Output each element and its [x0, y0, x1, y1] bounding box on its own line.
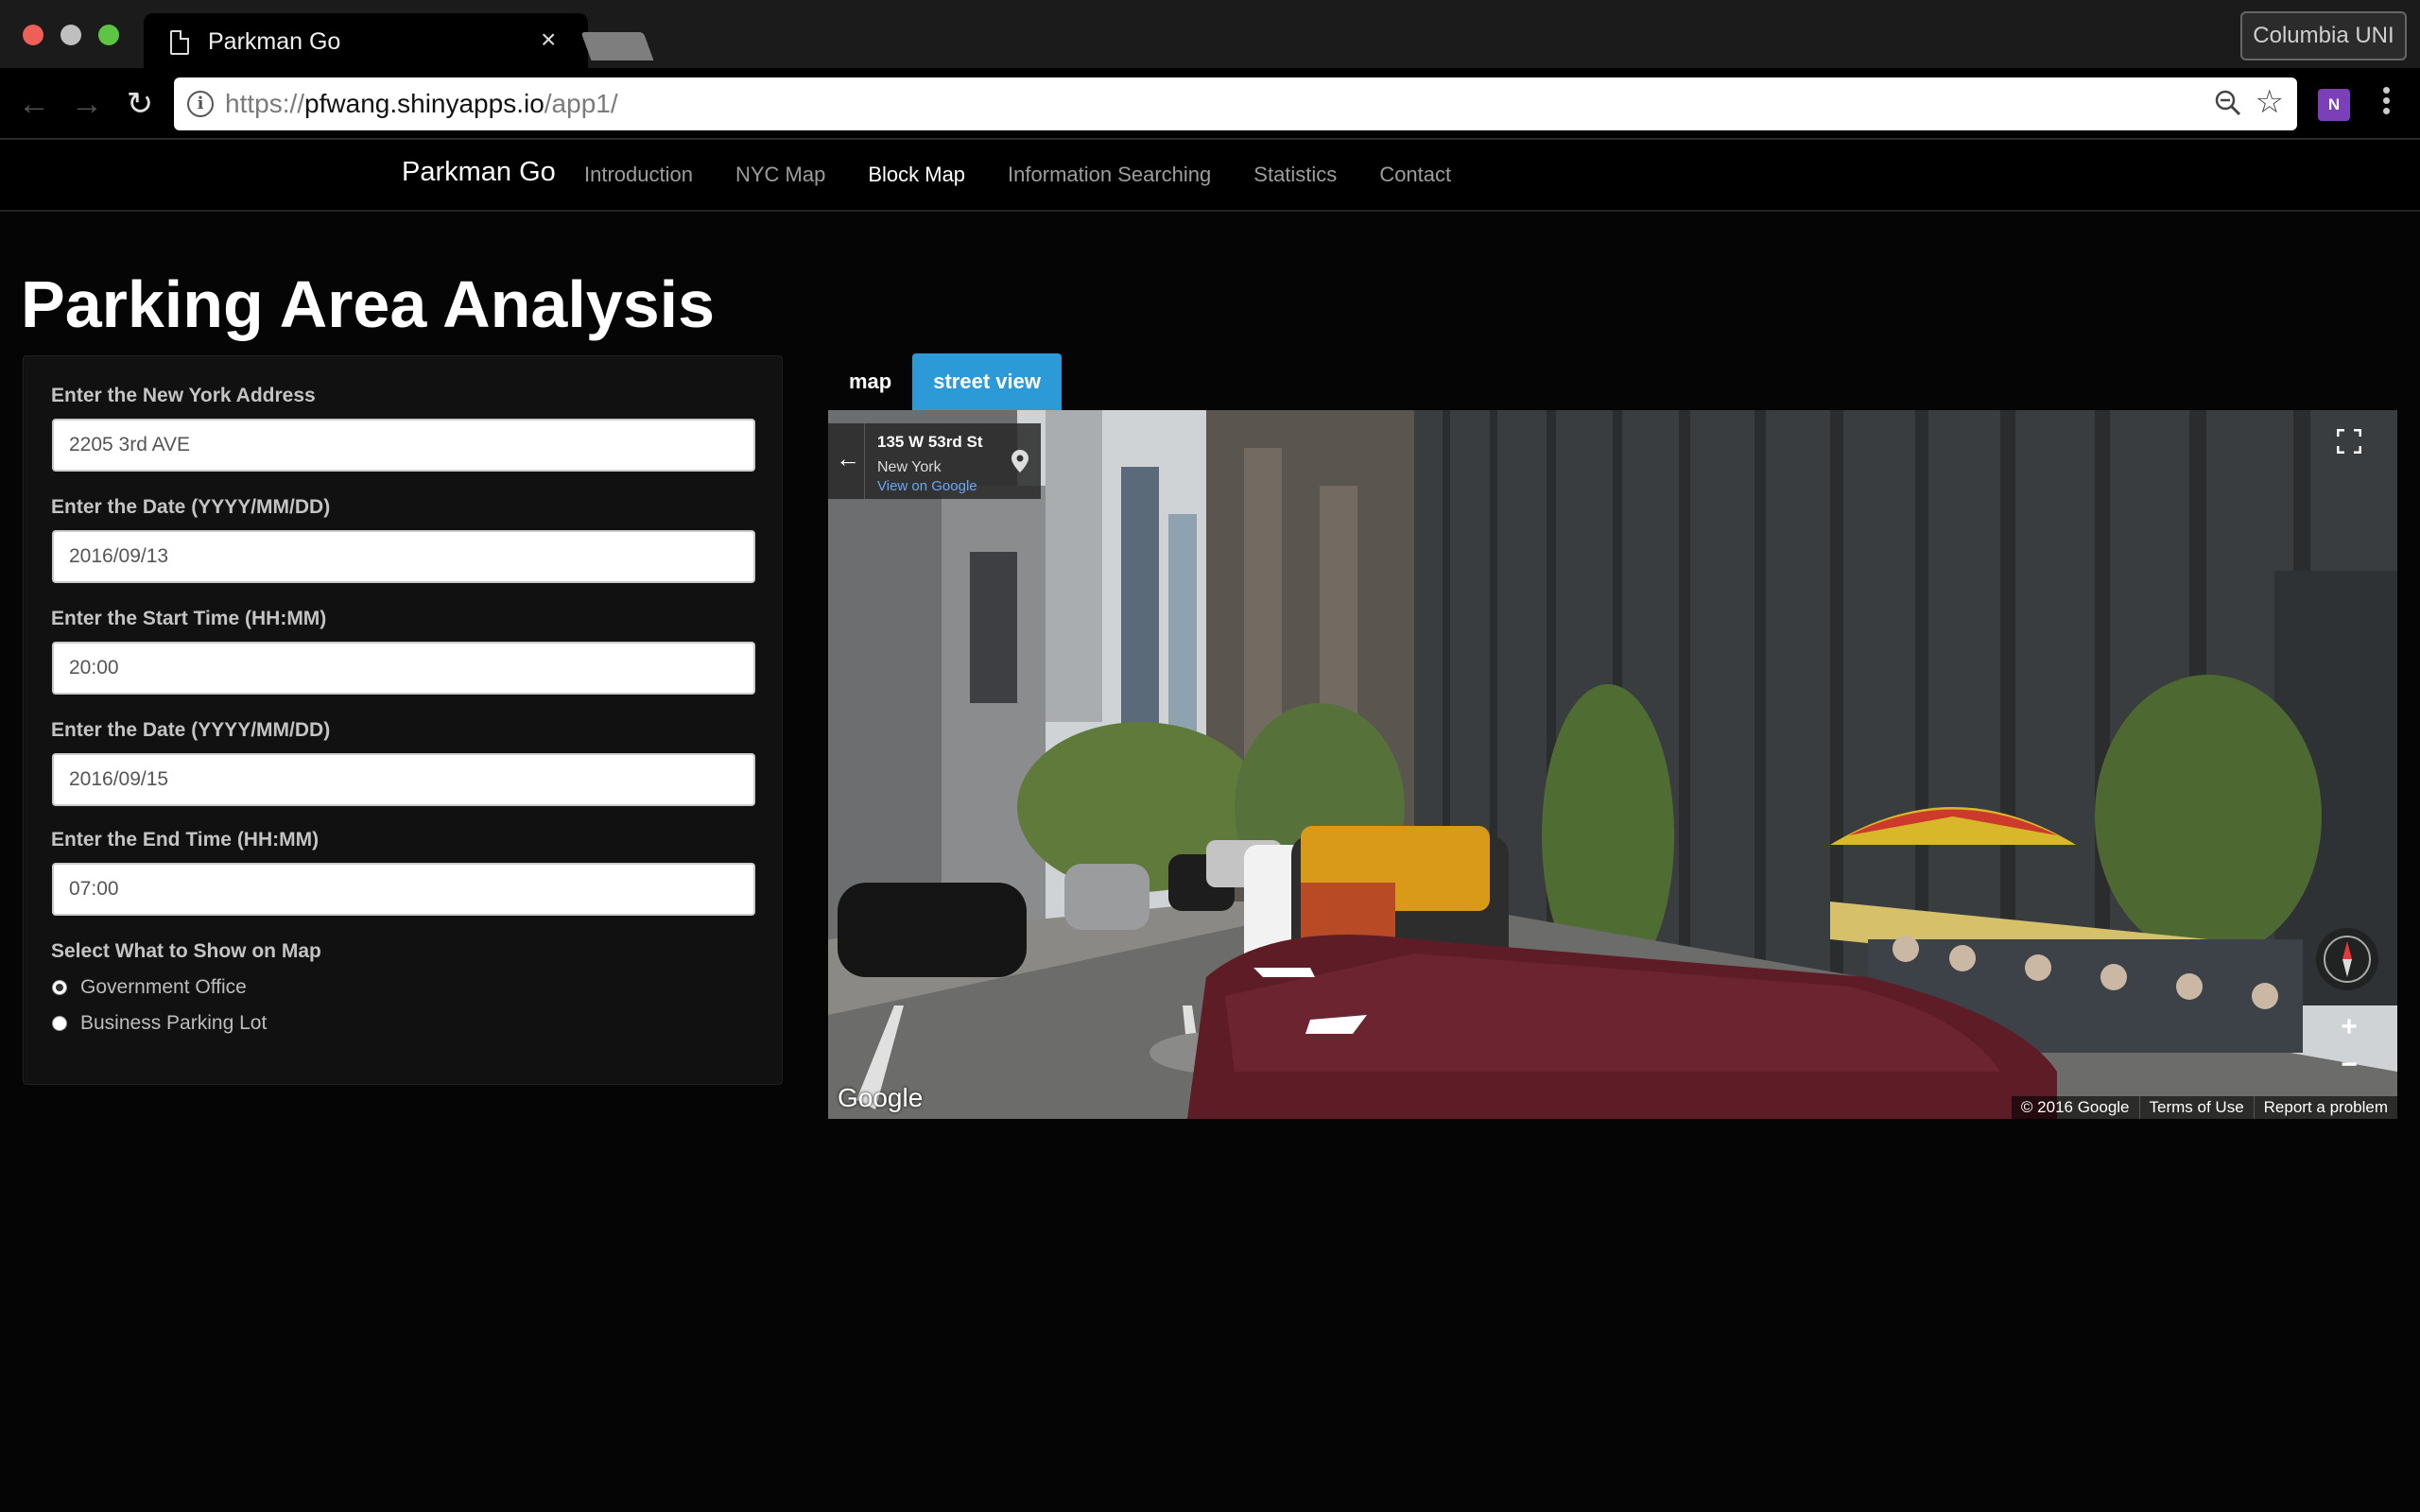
back-button[interactable]: ← — [15, 85, 53, 123]
address-input[interactable]: 2205 3rd AVE — [52, 419, 755, 472]
radio-button[interactable] — [52, 1016, 67, 1031]
info-icon[interactable]: i — [187, 91, 214, 117]
radio-label: Government Office — [80, 976, 247, 998]
copyright-text: © 2016 Google — [2020, 1098, 2130, 1116]
zoom-out-button[interactable]: − — [2335, 1049, 2363, 1081]
new-tab-button[interactable] — [580, 32, 654, 60]
nav-links: Introduction NYC Map Block Map Informati… — [584, 163, 1494, 187]
end-time-input[interactable]: 07:00 — [52, 863, 755, 916]
nav-information-searching[interactable]: Information Searching — [1008, 163, 1211, 187]
document-icon — [170, 30, 189, 55]
bookmark-star-icon[interactable]: ☆ — [2256, 85, 2284, 119]
map-attribution: © 2016 Google Terms of Use Report a prob… — [2011, 1096, 2397, 1119]
radio-label: Business Parking Lot — [80, 1012, 268, 1034]
forward-button[interactable]: → — [68, 85, 106, 123]
back-arrow-icon[interactable]: ← — [836, 444, 860, 473]
browser-titlebar: Parkman Go × Columbia UNI — [0, 0, 2420, 68]
nav-introduction[interactable]: Introduction — [584, 163, 693, 187]
zoom-in-button[interactable]: + — [2335, 1011, 2363, 1043]
url-host: pfwang.shinyapps.io — [304, 89, 544, 118]
report-problem-link[interactable]: Report a problem — [2253, 1096, 2397, 1119]
nav-contact[interactable]: Contact — [1379, 163, 1451, 187]
input-panel: Enter the New York Address 2205 3rd AVE … — [23, 355, 783, 1085]
close-window-button[interactable] — [23, 25, 43, 45]
maximize-window-button[interactable] — [98, 25, 119, 45]
radio-government-office[interactable]: Government Office — [52, 976, 247, 999]
radio-business-parking-lot[interactable]: Business Parking Lot — [52, 1012, 267, 1035]
end-date-input[interactable]: 2016/09/15 — [52, 753, 755, 806]
tab-street-view[interactable]: street view — [912, 353, 1062, 410]
fullscreen-icon[interactable] — [2337, 429, 2361, 454]
url-scheme: https:// — [225, 89, 305, 118]
reload-button[interactable]: ↻ — [121, 85, 159, 123]
nav-block-map[interactable]: Block Map — [868, 163, 965, 187]
show-on-map-label: Select What to Show on Map — [51, 940, 321, 962]
start-date-input[interactable]: 2016/09/13 — [52, 530, 755, 583]
tab-close-button[interactable]: × — [541, 26, 556, 53]
nav-statistics[interactable]: Statistics — [1253, 163, 1337, 187]
map-pin-icon[interactable] — [1011, 450, 1028, 472]
url-path: /app1/ — [544, 89, 618, 118]
street-view-panorama[interactable]: ← 135 W 53rd St New York View on Google … — [828, 410, 2397, 1119]
zoom-icon[interactable] — [2214, 89, 2242, 117]
browser-menu-icon[interactable] — [2375, 83, 2397, 125]
street-view-address-card: ← 135 W 53rd St New York View on Google — [828, 423, 1041, 499]
end-date-label: Enter the Date (YYYY/MM/DD) — [51, 719, 331, 741]
end-time-label: Enter the End Time (HH:MM) — [51, 829, 320, 850]
onenote-extension-icon[interactable]: N — [2318, 89, 2350, 121]
address-label: Enter the New York Address — [51, 385, 316, 406]
street-address: 135 W 53rd St — [877, 433, 983, 451]
terms-of-use-link[interactable]: Terms of Use — [2138, 1096, 2254, 1119]
tab-title: Parkman Go — [208, 28, 341, 55]
page-title: Parking Area Analysis — [21, 267, 716, 341]
address-bar[interactable]: i https://pfwang.shinyapps.io/app1/ ☆ — [174, 77, 2297, 130]
minimize-window-button[interactable] — [60, 25, 81, 45]
url-text[interactable]: https://pfwang.shinyapps.io/app1/ — [225, 89, 618, 119]
nav-nyc-map[interactable]: NYC Map — [735, 163, 825, 187]
city-name: New York — [877, 459, 942, 475]
start-date-label: Enter the Date (YYYY/MM/DD) — [51, 496, 331, 518]
card-divider — [864, 423, 865, 499]
profile-button[interactable]: Columbia UNI — [2240, 11, 2407, 60]
view-on-google-link[interactable]: View on Google — [877, 478, 977, 494]
start-time-input[interactable]: 20:00 — [52, 642, 755, 695]
start-time-label: Enter the Start Time (HH:MM) — [51, 608, 327, 629]
radio-button-checked[interactable] — [52, 980, 67, 995]
app-navbar: Parkman Go Introduction NYC Map Block Ma… — [0, 140, 2420, 212]
brand-link[interactable]: Parkman Go — [402, 157, 556, 188]
browser-toolbar: ← → ↻ i https://pfwang.shinyapps.io/app1… — [0, 68, 2420, 140]
tab-map[interactable]: map — [828, 353, 912, 410]
compass-icon[interactable] — [2316, 928, 2378, 990]
browser-tab[interactable]: Parkman Go × — [144, 13, 588, 68]
view-tabs: map street view — [828, 353, 1062, 410]
google-logo: Google — [838, 1083, 924, 1112]
street-view-image — [828, 410, 2397, 1119]
